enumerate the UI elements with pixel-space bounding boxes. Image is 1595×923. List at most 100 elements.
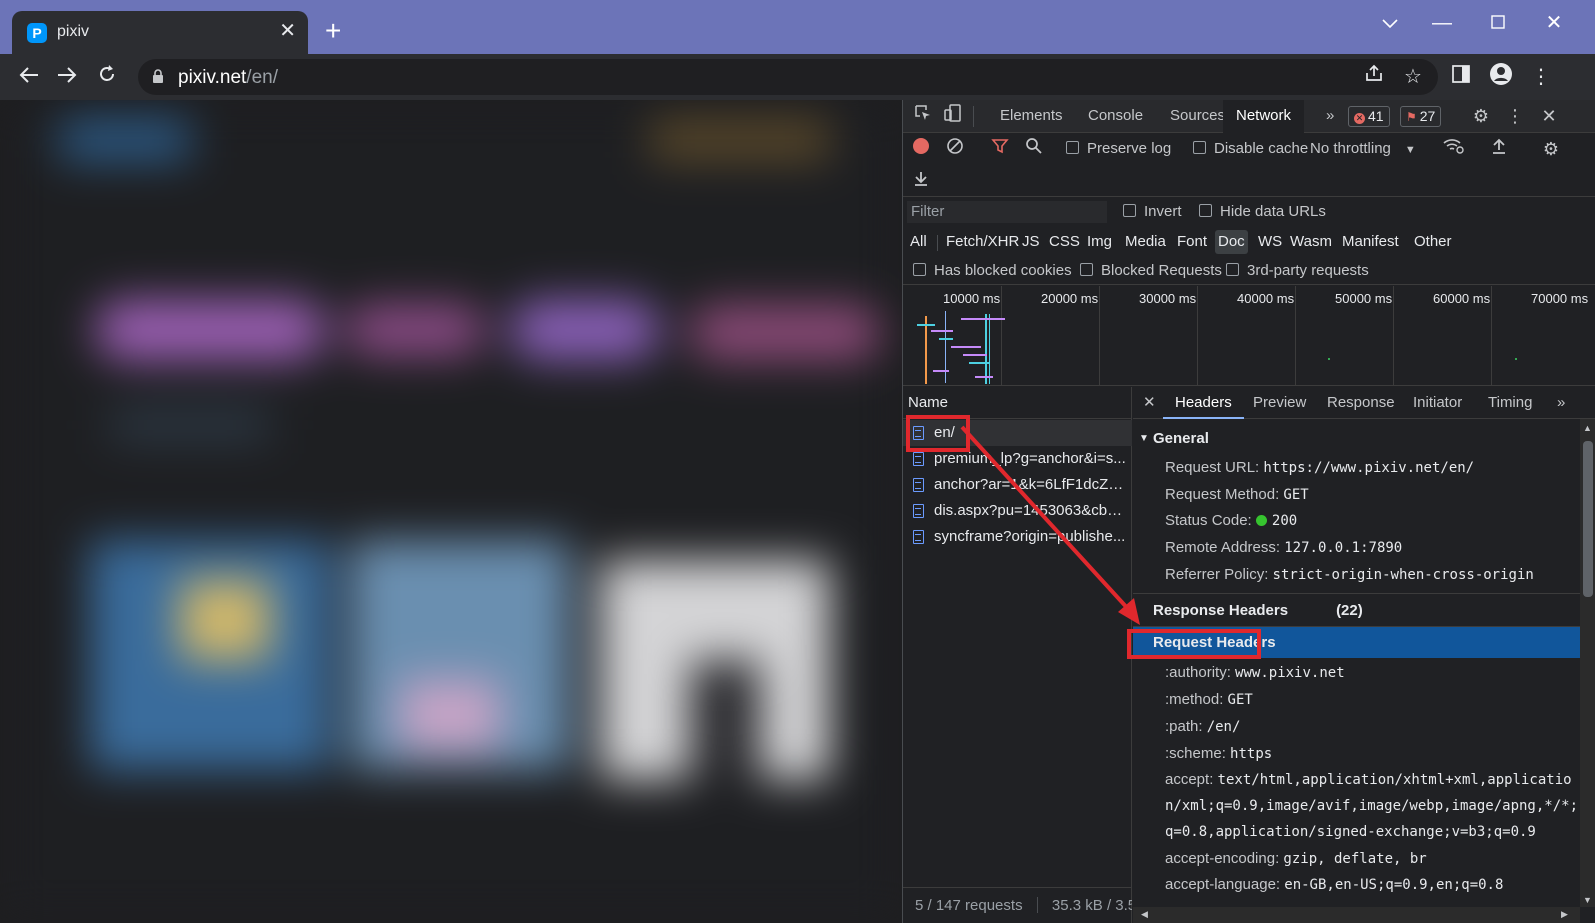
address-bar[interactable]: pixiv.net/en/ [138, 59, 1438, 95]
type-font[interactable]: Font [1174, 230, 1210, 254]
devtools-panel: Elements Console Sources Network » ✕ 41 ⚑… [902, 100, 1595, 923]
clear-icon[interactable] [943, 137, 967, 161]
tab-preview[interactable]: Preview [1241, 387, 1318, 419]
request-method-row: Request Method: GET [1165, 486, 1309, 503]
blurred-page-content [0, 100, 902, 923]
share-icon[interactable] [1359, 62, 1389, 92]
headers-content: ▼ General Request URL: https://www.pixiv.… [1133, 419, 1580, 907]
method-header-row: :method: GET [1165, 691, 1253, 708]
type-css[interactable]: CSS [1046, 230, 1083, 254]
scrollbar-thumb[interactable] [1583, 441, 1593, 597]
throttling-select[interactable]: No throttling ▼ [1310, 140, 1416, 157]
side-panel-icon[interactable] [1446, 62, 1476, 92]
close-details-icon[interactable]: ✕ [1143, 393, 1156, 411]
browser-menu-icon[interactable]: ⋮ [1526, 62, 1556, 92]
page-viewport[interactable] [0, 100, 902, 923]
record-icon[interactable] [909, 137, 933, 161]
blocked-requests-checkbox[interactable]: Blocked Requests [1080, 262, 1222, 279]
more-tabs-button[interactable]: » [1313, 100, 1347, 133]
request-row[interactable]: syncframe?origin=publishe... [903, 524, 1132, 550]
close-devtools-icon[interactable]: ✕ [1537, 104, 1561, 128]
export-har-icon[interactable] [909, 169, 933, 193]
bookmark-star-icon[interactable]: ☆ [1398, 62, 1428, 92]
authority-header-row: :authority: www.pixiv.net [1165, 664, 1345, 681]
reload-button[interactable] [92, 62, 122, 92]
network-overview-timeline[interactable]: 10000 ms 20000 ms 30000 ms 40000 ms 5000… [903, 286, 1595, 386]
response-headers-section-header[interactable]: Response Headers (22) [1133, 595, 1580, 626]
filter-input[interactable]: Filter [907, 201, 1107, 223]
network-settings-icon[interactable]: ⚙ [1539, 137, 1563, 161]
annotation-box-request-headers [1127, 629, 1261, 659]
settings-gear-icon[interactable]: ⚙ [1469, 104, 1493, 128]
request-count: 5 / 147 requests [915, 897, 1023, 914]
tab-elements[interactable]: Elements [987, 100, 1076, 133]
issues-count-badge[interactable]: ⚑ 27 [1400, 106, 1442, 127]
maximize-button[interactable] [1478, 8, 1518, 38]
disable-cache-checkbox[interactable]: Disable cache [1193, 140, 1308, 157]
forward-button[interactable] [52, 62, 82, 92]
details-vertical-scrollbar[interactable]: ▲ ▼ [1580, 419, 1595, 907]
inspect-element-icon[interactable] [911, 104, 935, 128]
type-fetch-xhr[interactable]: Fetch/XHR [943, 230, 1022, 254]
general-section-header[interactable]: ▼ General [1133, 423, 1580, 454]
type-media[interactable]: Media [1122, 230, 1169, 254]
type-all[interactable]: All [907, 230, 930, 254]
type-img[interactable]: Img [1084, 230, 1115, 254]
tab-network[interactable]: Network [1223, 100, 1305, 133]
accept-header-continuation: n/xml;q=0.9,image/avif,image/webp,image/… [1165, 798, 1579, 814]
tab-timing[interactable]: Timing [1476, 387, 1544, 419]
import-har-icon[interactable] [1487, 137, 1511, 161]
preserve-log-checkbox[interactable]: Preserve log [1066, 140, 1171, 157]
error-count-badge[interactable]: ✕ 41 [1348, 106, 1390, 127]
browser-tab[interactable]: P pixiv ✕ [12, 11, 308, 54]
has-blocked-cookies-checkbox[interactable]: Has blocked cookies [913, 262, 1072, 279]
close-window-button[interactable]: ✕ [1534, 8, 1574, 38]
profile-avatar-icon[interactable] [1486, 62, 1516, 92]
request-url-row: Request URL: https://www.pixiv.net/en/ [1165, 459, 1475, 476]
new-tab-button[interactable]: + [325, 15, 341, 47]
tab-response[interactable]: Response [1315, 387, 1407, 419]
minimize-button[interactable]: — [1422, 8, 1462, 38]
pixiv-favicon-icon: P [27, 23, 47, 43]
browser-toolbar: pixiv.net/en/ ☆ ⋮ [0, 54, 1595, 100]
type-other[interactable]: Other [1411, 230, 1455, 254]
request-row[interactable]: dis.aspx?pu=1453063&cb=... [903, 498, 1132, 524]
devtools-menu-icon[interactable]: ⋮ [1503, 104, 1527, 128]
network-status-bar: 5 / 147 requests 35.3 kB / 3.5 [903, 887, 1132, 923]
accept-language-header-row: accept-language: en-GB,en-US;q=0.9,en;q=… [1165, 876, 1504, 893]
dropdown-arrow-icon: ▼ [1404, 144, 1416, 156]
url-text[interactable]: pixiv.net/en/ [178, 67, 278, 89]
tab-initiator[interactable]: Initiator [1401, 387, 1474, 419]
tab-close-icon[interactable]: ✕ [279, 20, 296, 42]
lock-icon[interactable] [152, 69, 164, 89]
type-manifest[interactable]: Manifest [1339, 230, 1402, 254]
tab-console[interactable]: Console [1075, 100, 1156, 133]
search-icon[interactable] [1022, 137, 1046, 161]
annotation-box-request [906, 415, 970, 452]
details-horizontal-scrollbar[interactable]: ◀ ▶ [1133, 907, 1580, 923]
more-detail-tabs-button[interactable]: » [1545, 387, 1577, 419]
tab-headers[interactable]: Headers [1163, 387, 1244, 419]
document-icon [913, 452, 924, 466]
back-button[interactable] [14, 62, 44, 92]
type-js[interactable]: JS [1019, 230, 1043, 254]
request-name: anchor?ar=1&k=6LfF1dcZA... [934, 476, 1126, 493]
network-filter-bar: Filter Invert Hide data URLs All Fetch/X… [903, 197, 1595, 285]
device-toolbar-icon[interactable] [941, 104, 965, 128]
type-doc[interactable]: Doc [1215, 230, 1248, 254]
type-wasm[interactable]: Wasm [1287, 230, 1335, 254]
invert-checkbox[interactable]: Invert [1123, 203, 1182, 220]
scroll-up-icon: ▲ [1583, 423, 1592, 433]
hide-data-urls-checkbox[interactable]: Hide data URLs [1199, 203, 1326, 220]
third-party-requests-checkbox[interactable]: 3rd-party requests [1226, 262, 1369, 279]
path-header-row: :path: /en/ [1165, 718, 1241, 735]
filter-funnel-icon[interactable] [988, 137, 1012, 161]
request-name: dis.aspx?pu=1453063&cb=... [934, 502, 1126, 519]
request-list: Name en/ premium_lp?g=anchor&i=s... anch… [903, 387, 1132, 923]
tab-search-icon[interactable] [1370, 8, 1410, 38]
details-tabs-bar: ✕ Headers Preview Response Initiator Tim… [1133, 387, 1595, 419]
type-ws[interactable]: WS [1255, 230, 1285, 254]
title-bar: P pixiv ✕ + — ✕ [0, 0, 1595, 54]
network-conditions-icon[interactable] [1442, 137, 1466, 161]
request-row[interactable]: anchor?ar=1&k=6LfF1dcZA... [903, 472, 1132, 498]
